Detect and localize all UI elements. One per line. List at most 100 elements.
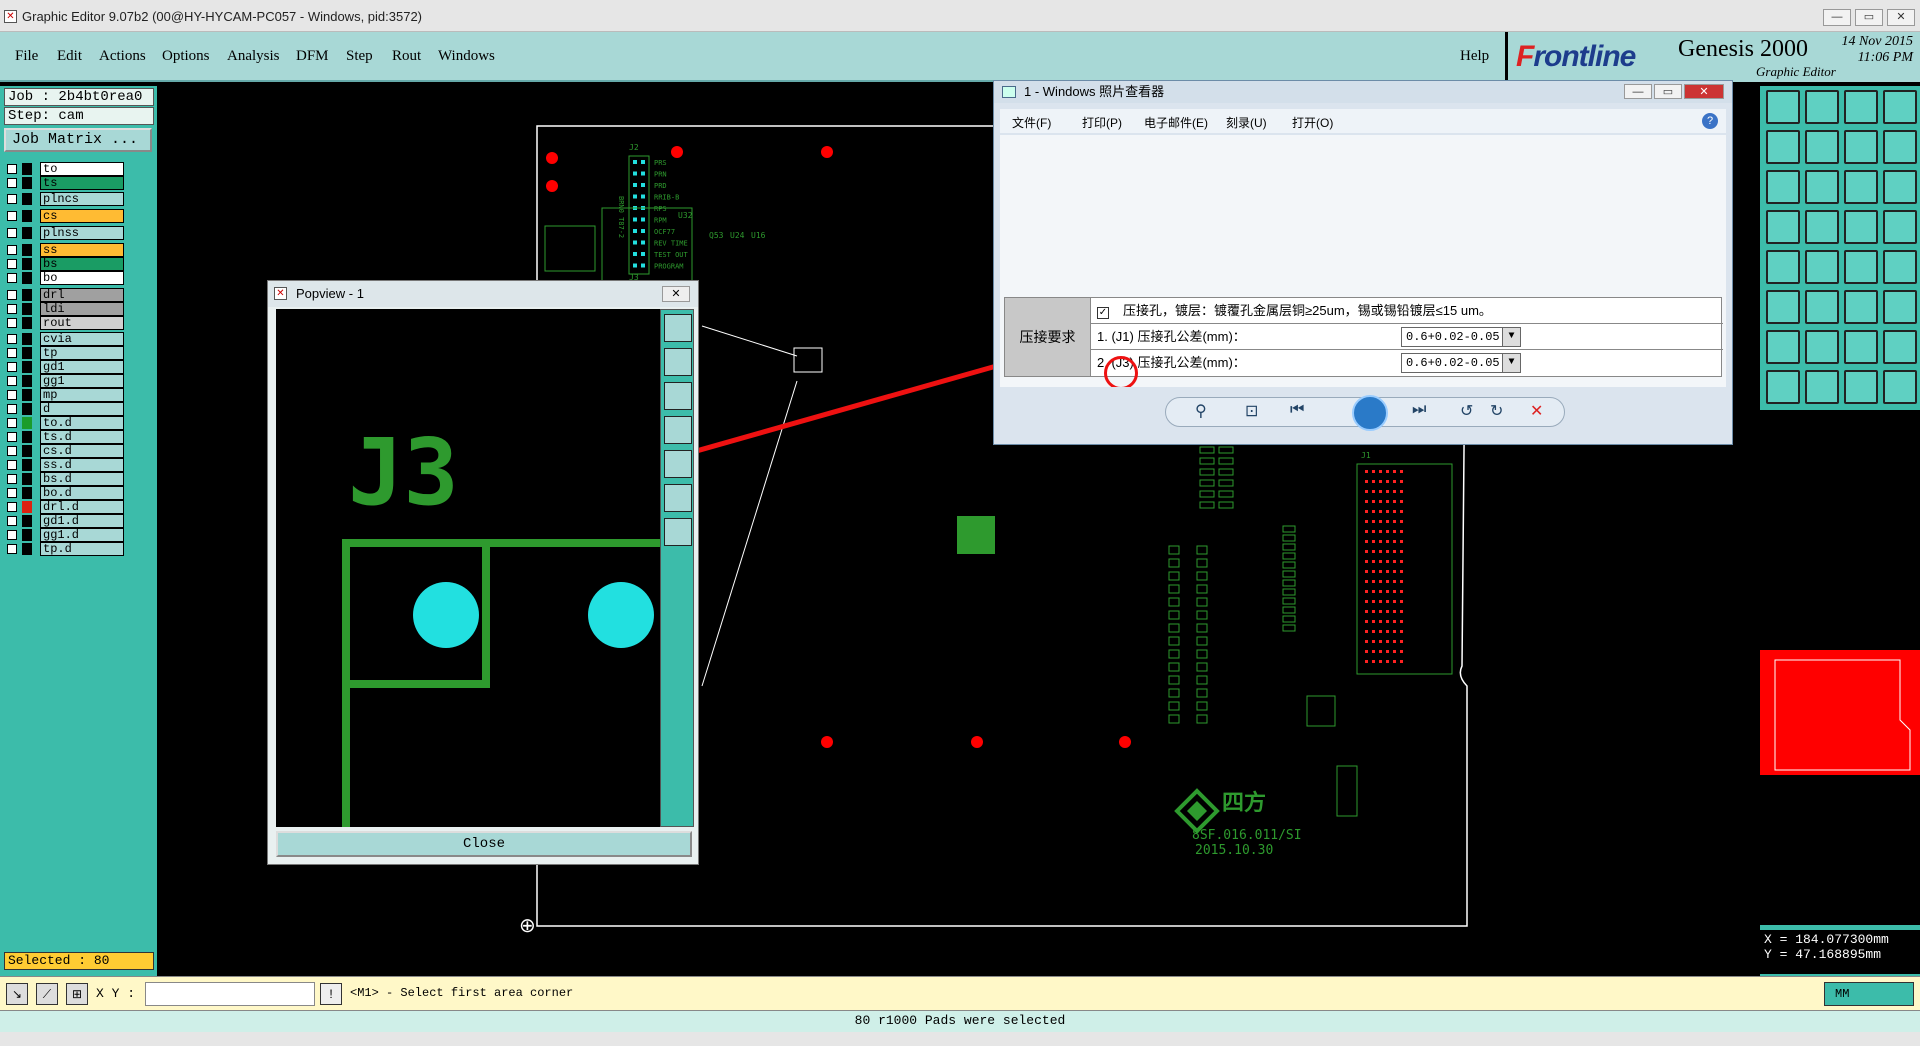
layer-checkbox[interactable]: [7, 460, 17, 470]
layer-checkbox[interactable]: [7, 259, 17, 269]
layer-checkbox[interactable]: [7, 390, 17, 400]
layer-name[interactable]: to: [40, 162, 124, 176]
maximize-button[interactable]: ▭: [1855, 9, 1883, 26]
tool-undo-redo-icon[interactable]: [1844, 130, 1878, 164]
layer-name[interactable]: tp: [40, 346, 124, 360]
tool-select-icon[interactable]: [1766, 250, 1800, 284]
layer-name[interactable]: drl.d: [40, 500, 124, 514]
tool-line-icon[interactable]: [1844, 330, 1878, 364]
tool-one-to-one-icon[interactable]: [1844, 170, 1878, 204]
layer-row-mp[interactable]: mp: [4, 388, 126, 402]
photo-help-icon[interactable]: ?: [1702, 113, 1718, 129]
layer-name[interactable]: bo: [40, 271, 124, 285]
layer-name[interactable]: cs: [40, 209, 124, 223]
tool-copy-icon[interactable]: [1883, 250, 1917, 284]
tool-net-icon[interactable]: [1766, 290, 1800, 324]
rotate-right-icon[interactable]: ↻: [1490, 401, 1503, 421]
tool-pad-icon[interactable]: [1805, 370, 1839, 404]
menu-help[interactable]: Help: [1460, 48, 1489, 65]
rotate-left-icon[interactable]: ↺: [1460, 401, 1473, 421]
layer-checkbox[interactable]: [7, 502, 17, 512]
layer-checkbox[interactable]: [7, 418, 17, 428]
measure-icon[interactable]: ⟋: [36, 983, 58, 1005]
menu-dfm[interactable]: DFM: [296, 48, 329, 65]
menu-options[interactable]: Options: [162, 48, 210, 65]
layer-row-ts.d[interactable]: ts.d: [4, 430, 126, 444]
tool-arc-icon[interactable]: [1883, 330, 1917, 364]
layer-row-to[interactable]: to: [4, 162, 126, 176]
popview-tool-up[interactable]: [664, 348, 692, 376]
tool-open-icon[interactable]: [1805, 90, 1839, 124]
layer-checkbox[interactable]: [7, 273, 17, 283]
menu-rout[interactable]: Rout: [392, 48, 421, 65]
next-icon[interactable]: ⏭: [1412, 401, 1426, 419]
layer-name[interactable]: gd1.d: [40, 514, 124, 528]
minimize-button[interactable]: —: [1823, 9, 1851, 26]
xy-input[interactable]: [145, 982, 315, 1006]
popview-tool-zoom-out[interactable]: [664, 518, 692, 546]
layer-name[interactable]: plnss: [40, 226, 124, 240]
tool-text-icon[interactable]: [1883, 290, 1917, 324]
menu-analysis[interactable]: Analysis: [227, 48, 280, 65]
tool-break-icon[interactable]: [1844, 370, 1878, 404]
layer-row-plnss[interactable]: plnss: [4, 226, 126, 240]
tool-mirror-icon[interactable]: [1805, 330, 1839, 364]
tool-flag-icon[interactable]: [1883, 370, 1917, 404]
tool-save-icon[interactable]: [1766, 90, 1800, 124]
layer-name[interactable]: plncs: [40, 192, 124, 206]
units-select[interactable]: MM: [1824, 982, 1914, 1006]
grid-icon[interactable]: ⊞: [66, 983, 88, 1005]
layer-checkbox[interactable]: [7, 474, 17, 484]
layer-name[interactable]: tp.d: [40, 542, 124, 556]
job-matrix-button[interactable]: Job Matrix ...: [4, 128, 152, 152]
layer-name[interactable]: gg1: [40, 374, 124, 388]
tool-rotate-icon[interactable]: [1766, 330, 1800, 364]
zoom-icon[interactable]: ⚲: [1195, 401, 1207, 421]
tool-zoom-fit-icon[interactable]: [1766, 170, 1800, 204]
layer-checkbox[interactable]: [7, 544, 17, 554]
popview-tool-right[interactable]: [664, 450, 692, 478]
tool-help-frame-icon[interactable]: [1883, 130, 1917, 164]
layer-name[interactable]: drl: [40, 288, 124, 302]
tool-move-icon[interactable]: [1844, 250, 1878, 284]
layer-checkbox[interactable]: [7, 228, 17, 238]
tool-help-icon[interactable]: [1883, 170, 1917, 204]
layer-name[interactable]: ldi: [40, 302, 124, 316]
layer-row-cs.d[interactable]: cs.d: [4, 444, 126, 458]
layer-row-to.d[interactable]: to.d: [4, 416, 126, 430]
delete-icon[interactable]: ✕: [1530, 401, 1543, 421]
menu-edit[interactable]: Edit: [57, 48, 82, 65]
layer-row-drl[interactable]: drl: [4, 288, 126, 302]
layer-name[interactable]: ss: [40, 243, 124, 257]
layer-row-gg1.d[interactable]: gg1.d: [4, 528, 126, 542]
layer-name[interactable]: bs: [40, 257, 124, 271]
layer-row-gg1[interactable]: gg1: [4, 374, 126, 388]
layer-checkbox[interactable]: [7, 432, 17, 442]
menu-file[interactable]: File: [15, 48, 38, 65]
photo-menu-burn[interactable]: 刻录(U): [1226, 114, 1267, 131]
photo-maximize-button[interactable]: ▭: [1654, 84, 1682, 99]
layer-name[interactable]: cvia: [40, 332, 124, 346]
layer-name[interactable]: mp: [40, 388, 124, 402]
layer-checkbox[interactable]: [7, 211, 17, 221]
layer-row-ts[interactable]: ts: [4, 176, 126, 190]
layer-checkbox[interactable]: [7, 164, 17, 174]
tool-prev-step-icon[interactable]: [1766, 130, 1800, 164]
previous-icon[interactable]: ⏮: [1290, 401, 1304, 419]
layer-checkbox[interactable]: [7, 334, 17, 344]
layer-row-tp.d[interactable]: tp.d: [4, 542, 126, 556]
layer-checkbox[interactable]: [7, 348, 17, 358]
layer-name[interactable]: rout: [40, 316, 124, 330]
layer-row-gd1.d[interactable]: gd1.d: [4, 514, 126, 528]
layer-row-gd1[interactable]: gd1: [4, 360, 126, 374]
layer-checkbox[interactable]: [7, 488, 17, 498]
popview-tool-left[interactable]: [664, 416, 692, 444]
layer-checkbox[interactable]: [7, 304, 17, 314]
layer-checkbox[interactable]: [7, 404, 17, 414]
tool-edit-icon[interactable]: [1805, 250, 1839, 284]
tool-matrix-icon[interactable]: [1883, 90, 1917, 124]
layer-checkbox[interactable]: [7, 376, 17, 386]
layer-checkbox[interactable]: [7, 290, 17, 300]
layer-name[interactable]: ts: [40, 176, 124, 190]
menu-actions[interactable]: Actions: [99, 48, 146, 65]
